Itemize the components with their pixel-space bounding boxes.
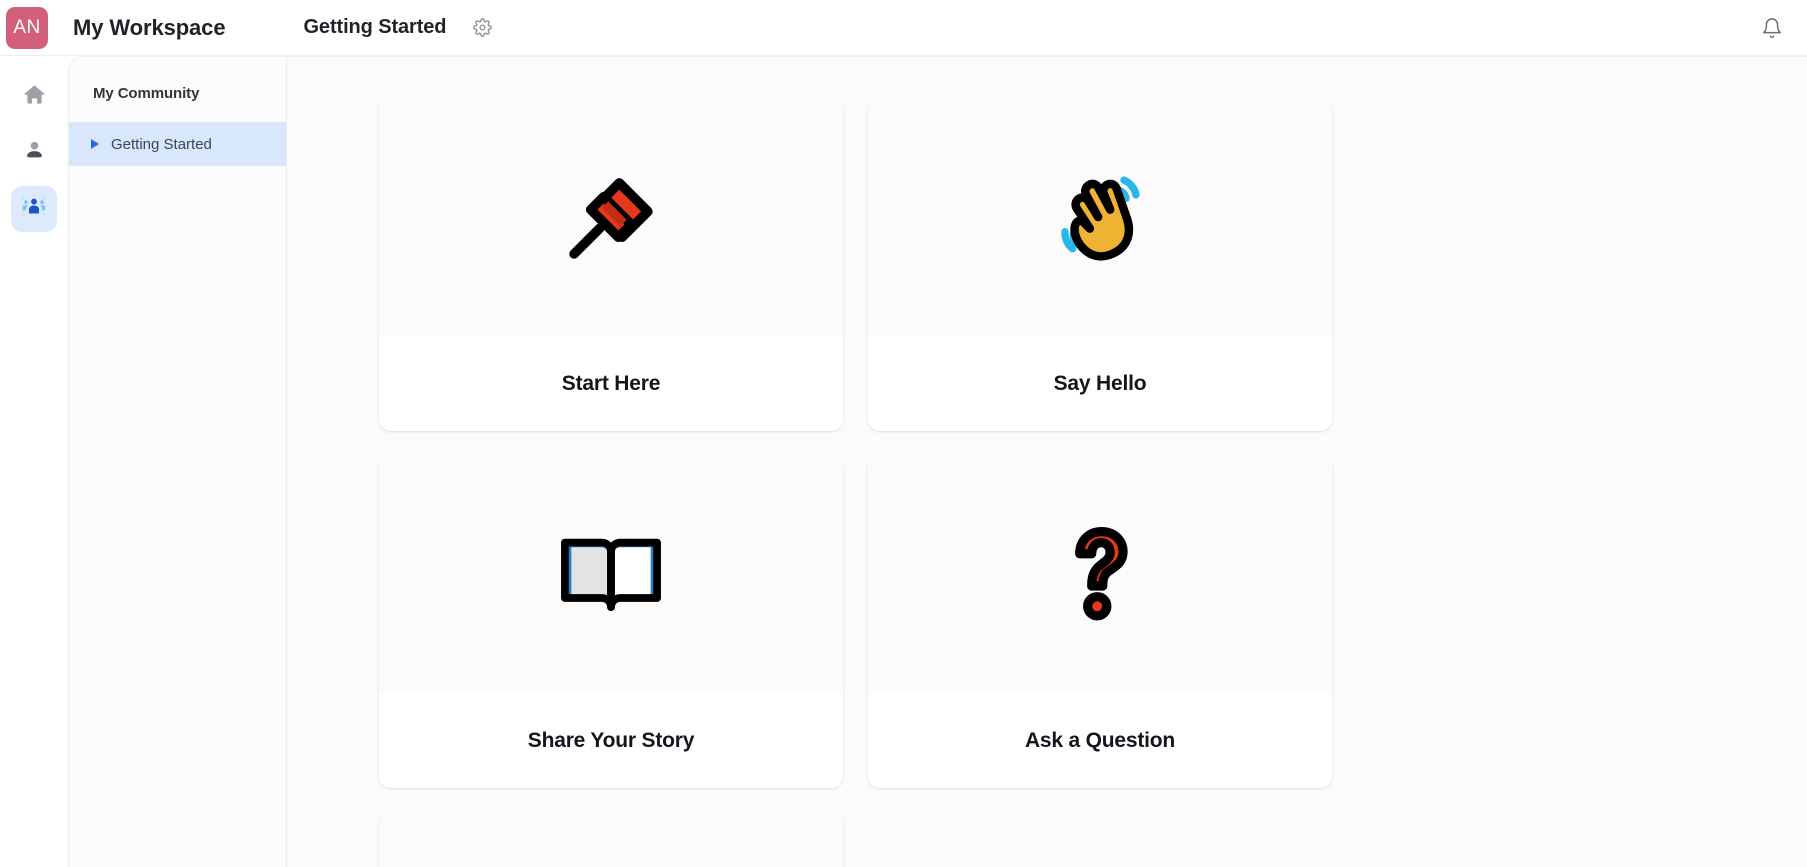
home-icon [22, 82, 47, 112]
bell-icon[interactable] [1757, 13, 1787, 43]
open-book-emoji [552, 515, 670, 633]
card-icon-area [379, 455, 843, 693]
main-content: Start Here Say Hello Share Your Story As… [287, 57, 1807, 867]
tree-item-label: Getting Started [111, 135, 212, 153]
card-icon-area [868, 98, 1332, 336]
card-resources[interactable]: Resources [379, 812, 843, 867]
card-label-area: Start Here [379, 336, 843, 431]
triangle-right-icon[interactable] [91, 139, 99, 149]
gear-icon[interactable] [469, 15, 495, 41]
card-grid: Start Here Say Hello Share Your Story As… [379, 98, 1807, 867]
card-ask-a-question[interactable]: Ask a Question [868, 455, 1332, 788]
card-label: Share Your Story [527, 728, 695, 752]
tab-getting-started[interactable]: Getting Started [303, 16, 446, 39]
card-label: Say Hello [1053, 371, 1147, 395]
card-label-area: Share Your Story [379, 693, 843, 788]
rail-item-community[interactable] [11, 186, 57, 232]
waving-hand-emoji [1041, 158, 1159, 276]
card-icon-area [868, 455, 1332, 693]
community-icon [21, 194, 47, 225]
content-panel: My Community Getting Started Start Here … [68, 56, 1807, 867]
left-rail [0, 56, 68, 867]
red-question-mark-emoji [1041, 515, 1159, 633]
tree-heading: My Community [93, 85, 200, 102]
card-say-hello[interactable]: Say Hello [868, 98, 1332, 431]
top-bar: AN My Workspace Getting Started [0, 0, 1807, 56]
card-share-your-story[interactable]: Share Your Story [379, 455, 843, 788]
person-icon [22, 138, 47, 168]
card-icon-area [379, 98, 843, 336]
workspace-title: My Workspace [73, 14, 226, 40]
pushpin-emoji [552, 158, 670, 276]
card-label: Ask a Question [1024, 728, 1176, 752]
card-icon-area [379, 812, 843, 867]
rail-item-home[interactable] [11, 74, 57, 120]
card-label-area: Say Hello [868, 336, 1332, 431]
tree-sidebar: My Community Getting Started [69, 57, 287, 867]
card-start-here[interactable]: Start Here [379, 98, 843, 431]
rail-item-profile[interactable] [11, 130, 57, 176]
tree-item-getting-started[interactable]: Getting Started [69, 122, 286, 166]
avatar[interactable]: AN [6, 6, 48, 49]
card-label-area: Ask a Question [868, 693, 1332, 788]
card-label: Start Here [561, 371, 661, 395]
